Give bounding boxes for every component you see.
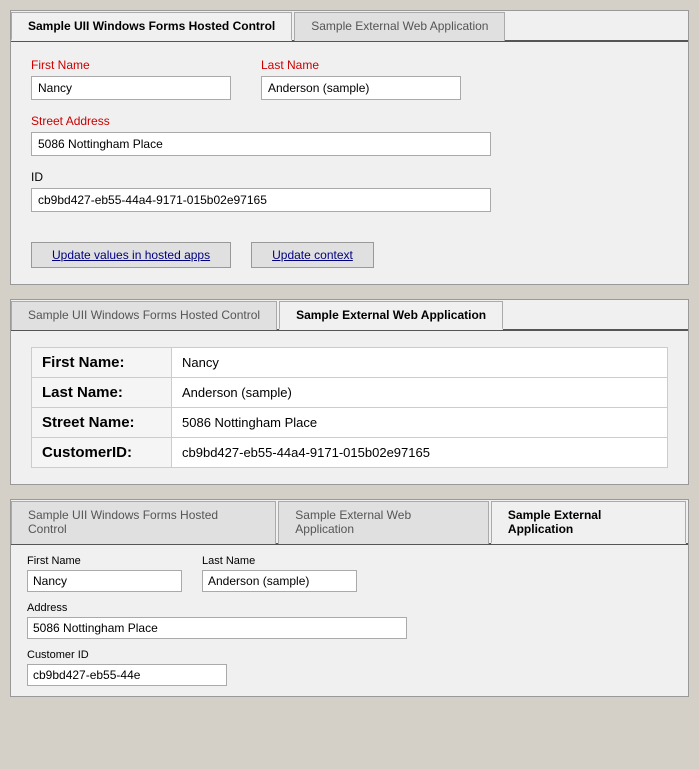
panel1-button-row: Update values in hosted apps Update cont… [31,232,668,268]
tab-panel3-web-app[interactable]: Sample External Web Application [278,501,489,544]
panel3-body: First Name Last Name Address Customer ID [11,545,688,696]
panel3-address-field: Address [27,602,672,639]
table-row: Street Name: 5086 Nottingham Place [32,408,668,438]
panel3-first-name-field: First Name [27,555,182,592]
tab-panel1-hosted-control[interactable]: Sample UII Windows Forms Hosted Control [11,12,292,41]
panel1-id-field: ID [31,170,668,212]
panel2-body: First Name: Nancy Last Name: Anderson (s… [11,331,688,484]
panel2-street-label: Street Name: [32,408,172,438]
panel3-address-input[interactable] [27,617,407,639]
table-row: First Name: Nancy [32,348,668,378]
panel2: Sample UII Windows Forms Hosted Control … [10,299,689,485]
panel2-first-name-label: First Name: [32,348,172,378]
panel1-id-label: ID [31,170,668,184]
panel1-first-name-label: First Name [31,58,231,72]
table-row: CustomerID: cb9bd427-eb55-44a4-9171-015b… [32,438,668,468]
update-hosted-button[interactable]: Update values in hosted apps [31,242,231,268]
tab-panel2-web-app[interactable]: Sample External Web Application [279,301,503,330]
panel1-last-name-field: Last Name [261,58,461,100]
panel1-id-input[interactable] [31,188,491,212]
panel3-customer-id-input[interactable] [27,664,227,686]
panel2-first-name-value: Nancy [172,348,668,378]
panel1-first-name-input[interactable] [31,76,231,100]
panel3-name-row: First Name Last Name [27,555,672,592]
panel3-first-name-input[interactable] [27,570,182,592]
panel3-last-name-field: Last Name [202,555,357,592]
table-row: Last Name: Anderson (sample) [32,378,668,408]
panel3-last-name-input[interactable] [202,570,357,592]
panel1-first-name-field: First Name [31,58,231,100]
panel1-street-label: Street Address [31,114,668,128]
tab-panel2-hosted-control[interactable]: Sample UII Windows Forms Hosted Control [11,301,277,330]
panel3: Sample UII Windows Forms Hosted Control … [10,499,689,697]
tab-panel3-external-app[interactable]: Sample External Application [491,501,686,544]
panel2-last-name-value: Anderson (sample) [172,378,668,408]
panel2-info-table: First Name: Nancy Last Name: Anderson (s… [31,347,668,468]
panel2-street-value: 5086 Nottingham Place [172,408,668,438]
panel2-last-name-label: Last Name: [32,378,172,408]
panel1-name-row: First Name Last Name [31,58,668,100]
panel3-address-label: Address [27,602,672,614]
panel2-customer-id-label: CustomerID: [32,438,172,468]
panel1-last-name-input[interactable] [261,76,461,100]
panel2-tab-bar: Sample UII Windows Forms Hosted Control … [11,300,688,331]
panel1: Sample UII Windows Forms Hosted Control … [10,10,689,285]
panel3-first-name-label: First Name [27,555,182,567]
panel3-customer-id-field: Customer ID [27,649,672,686]
panel1-street-input[interactable] [31,132,491,156]
panel1-body: First Name Last Name Street Address ID U… [11,42,688,284]
panel3-customer-id-label: Customer ID [27,649,672,661]
panel3-tab-bar: Sample UII Windows Forms Hosted Control … [11,500,688,545]
panel1-tab-bar: Sample UII Windows Forms Hosted Control … [11,11,688,42]
panel1-street-field: Street Address [31,114,668,156]
panel1-last-name-label: Last Name [261,58,461,72]
tab-panel1-web-app[interactable]: Sample External Web Application [294,12,505,41]
panel2-customer-id-value: cb9bd427-eb55-44a4-9171-015b02e97165 [172,438,668,468]
panel3-last-name-label: Last Name [202,555,357,567]
tab-panel3-hosted-control[interactable]: Sample UII Windows Forms Hosted Control [11,501,276,544]
update-context-button[interactable]: Update context [251,242,374,268]
